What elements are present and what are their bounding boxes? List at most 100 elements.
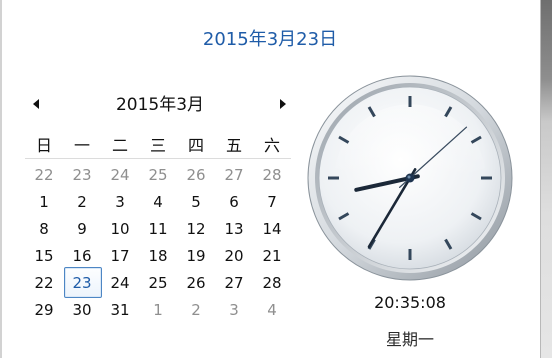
clock-center-highlight (407, 175, 411, 179)
calendar-day[interactable]: 15 (25, 242, 63, 269)
calendar-day[interactable]: 14 (253, 215, 291, 242)
calendar-day[interactable]: 31 (101, 296, 139, 323)
calendar-day-number: 12 (186, 219, 206, 238)
calendar-day-other-month[interactable]: 26 (177, 161, 215, 188)
window-right-edge (540, 0, 552, 358)
calendar-day-other-month[interactable]: 22 (25, 161, 63, 188)
calendar-day[interactable]: 21 (253, 242, 291, 269)
calendar-day-number: 21 (262, 246, 282, 265)
calendar-day-number: 3 (229, 300, 239, 319)
calendar-day-other-month[interactable]: 4 (253, 296, 291, 323)
calendar-day-number: 26 (186, 165, 206, 184)
calendar-day-number: 20 (224, 246, 244, 265)
calendar-day-number: 23 (72, 165, 92, 184)
calendar-day-number: 5 (191, 192, 201, 211)
weekday-label: 五 (225, 136, 242, 155)
calendar-day[interactable]: 5 (177, 188, 215, 215)
calendar-day[interactable]: 26 (177, 269, 215, 296)
calendar-day[interactable]: 18 (139, 242, 177, 269)
calendar-day-other-month[interactable]: 24 (101, 161, 139, 188)
calendar-day-other-month[interactable]: 1 (139, 296, 177, 323)
calendar-day[interactable]: 29 (25, 296, 63, 323)
calendar-day[interactable]: 11 (139, 215, 177, 242)
calendar-day-other-month[interactable]: 28 (253, 161, 291, 188)
digital-time: 20:35:08 (374, 293, 446, 312)
triangle-right-icon (280, 99, 286, 109)
calendar-day-number: 31 (110, 300, 130, 319)
next-month-button[interactable] (273, 94, 293, 114)
weekday-label: 三 (149, 136, 166, 155)
calendar-day[interactable]: 3 (101, 188, 139, 215)
window-left-edge (0, 0, 2, 358)
long-date-link[interactable]: 2015年3月23日 (0, 28, 540, 52)
calendar-day-number: 28 (262, 165, 282, 184)
analog-clock (307, 75, 513, 281)
calendar-day-number: 2 (191, 300, 201, 319)
calendar-day-number: 9 (77, 219, 87, 238)
calendar-day-number: 23 (72, 273, 92, 292)
calendar-day[interactable]: 24 (101, 269, 139, 296)
date-time-flyout: 2015年3月23日 2015年3月 日 一 二 三 四 五 六 22 23 24 2… (0, 0, 552, 358)
calendar-day[interactable]: 12 (177, 215, 215, 242)
calendar-day-number: 2 (77, 192, 87, 211)
calendar-day-number: 1 (153, 300, 163, 319)
calendar-day-number: 8 (39, 219, 49, 238)
calendar-day[interactable]: 22 (25, 269, 63, 296)
prev-month-button[interactable] (26, 94, 46, 114)
calendar-day-other-month[interactable]: 3 (215, 296, 253, 323)
calendar-day[interactable]: 30 (63, 296, 101, 323)
calendar-day-other-month[interactable]: 2 (177, 296, 215, 323)
triangle-left-icon (33, 99, 39, 109)
calendar-day-number: 22 (34, 273, 54, 292)
weekday-name: 星期一 (385, 330, 434, 349)
calendar-day[interactable]: 1 (25, 188, 63, 215)
weekday-label: 二 (111, 136, 128, 155)
calendar-day-number: 27 (224, 165, 244, 184)
calendar-day-selected[interactable]: 23 (63, 267, 102, 298)
calendar-day[interactable]: 27 (215, 269, 253, 296)
calendar-day[interactable]: 4 (139, 188, 177, 215)
calendar-day-number: 15 (34, 246, 54, 265)
calendar-day[interactable]: 9 (63, 215, 101, 242)
calendar-day-number: 27 (224, 273, 244, 292)
calendar-day-number: 7 (267, 192, 277, 211)
calendar-day[interactable]: 25 (139, 269, 177, 296)
calendar-day[interactable]: 10 (101, 215, 139, 242)
calendar-day-number: 1 (39, 192, 49, 211)
calendar-day[interactable]: 13 (215, 215, 253, 242)
calendar-day-number: 25 (148, 165, 168, 184)
weekday-label: 日 (35, 136, 52, 155)
calendar-day-number: 22 (34, 165, 54, 184)
calendar-day-number: 11 (148, 219, 168, 238)
calendar-day[interactable]: 2 (63, 188, 101, 215)
calendar-day[interactable]: 6 (215, 188, 253, 215)
calendar-day[interactable]: 8 (25, 215, 63, 242)
calendar-day-number: 24 (110, 273, 130, 292)
calendar-day-number: 14 (262, 219, 282, 238)
calendar-weekday-header: 日 一 二 三 四 五 六 (25, 131, 291, 157)
calendar-day-number: 24 (110, 165, 130, 184)
calendar-day-number: 4 (153, 192, 163, 211)
calendar-day-grid: 22 23 24 25 26 27 28 1 2 3 4 5 6 7 8 9 10 11 12 13 14 15 16 17 1… (25, 161, 291, 323)
weekday-label: 一 (73, 136, 90, 155)
calendar-day-number: 26 (186, 273, 206, 292)
calendar-day-number: 16 (72, 246, 92, 265)
calendar-month-title[interactable]: 2015年3月 (60, 94, 260, 116)
calendar-day-number: 10 (110, 219, 130, 238)
weekday-divider (25, 158, 291, 159)
calendar-day[interactable]: 20 (215, 242, 253, 269)
calendar-day-other-month[interactable]: 25 (139, 161, 177, 188)
weekday-label: 四 (187, 136, 204, 155)
calendar-day-number: 29 (34, 300, 54, 319)
calendar-day-number: 13 (224, 219, 244, 238)
calendar-day-number: 30 (72, 300, 92, 319)
calendar-day[interactable]: 7 (253, 188, 291, 215)
calendar-day-number: 19 (186, 246, 206, 265)
calendar-day[interactable]: 19 (177, 242, 215, 269)
calendar-day-other-month[interactable]: 23 (63, 161, 101, 188)
calendar-day[interactable]: 17 (101, 242, 139, 269)
calendar-day[interactable]: 28 (253, 269, 291, 296)
calendar-day[interactable]: 16 (63, 242, 101, 269)
calendar-day-other-month[interactable]: 27 (215, 161, 253, 188)
weekday-label: 六 (263, 136, 280, 155)
